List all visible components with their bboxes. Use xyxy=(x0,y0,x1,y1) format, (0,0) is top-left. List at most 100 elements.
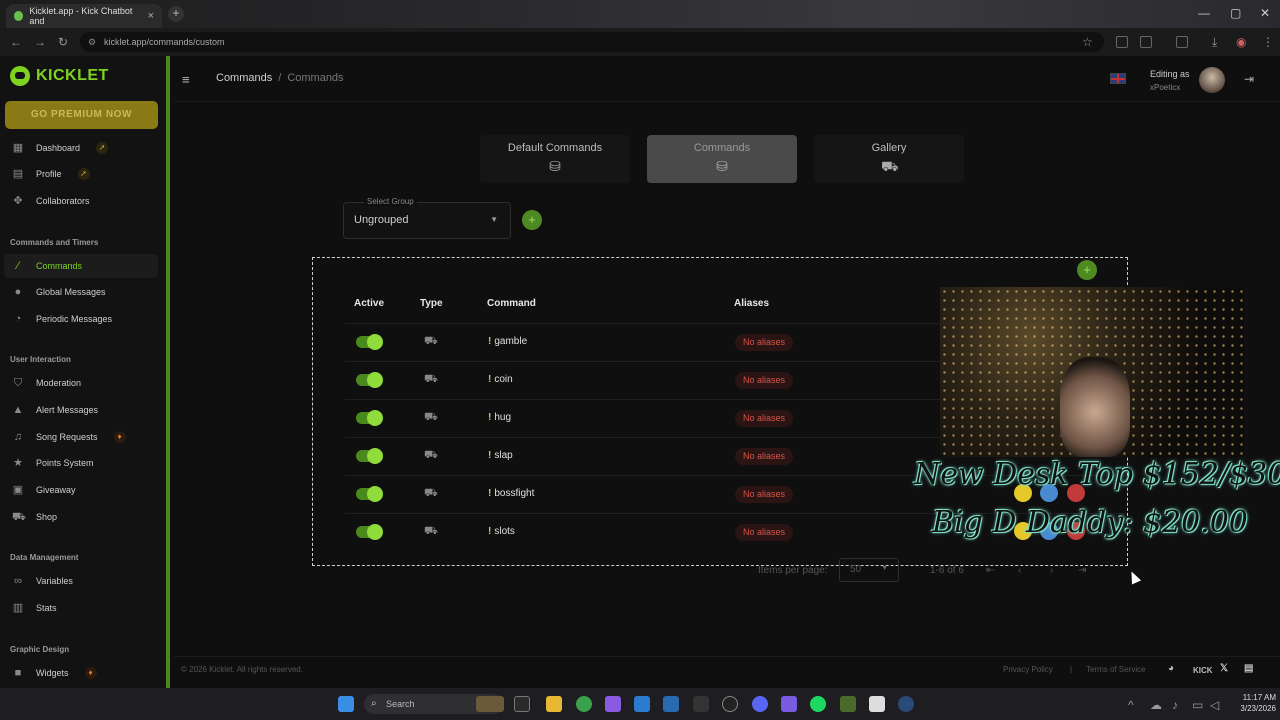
menu-kebab-icon[interactable]: ⋮ xyxy=(1262,35,1274,49)
breadcrumb-root[interactable]: Commands xyxy=(216,72,272,84)
tab-gallery[interactable]: Gallery ⛟ xyxy=(814,135,964,183)
command-name: ! slots xyxy=(488,526,515,537)
copilot-icon[interactable] xyxy=(605,696,621,712)
x-link[interactable]: 𝕏 xyxy=(1220,663,1228,674)
active-toggle[interactable] xyxy=(356,524,383,540)
terms-of-service-link[interactable]: Terms of Service xyxy=(1086,665,1146,674)
warning-icon: ▲ xyxy=(12,404,24,416)
minimize-icon[interactable]: — xyxy=(1198,6,1210,20)
rocket-icon: ➚ xyxy=(77,168,90,180)
spotify-icon[interactable] xyxy=(810,696,826,712)
kick-link[interactable]: KICK xyxy=(1193,666,1213,675)
items-per-page-select[interactable]: 50 ▼ xyxy=(839,558,899,582)
go-premium-button[interactable]: GO PREMIUM NOW xyxy=(5,101,158,129)
active-toggle[interactable] xyxy=(356,410,383,426)
github-icon[interactable] xyxy=(722,696,738,712)
sidebar-item-commands[interactable]: ⁄ Commands xyxy=(4,254,158,278)
profile-icon[interactable]: ◉ xyxy=(1236,35,1246,49)
sidebar-item-shop[interactable]: ⛟ Shop xyxy=(4,505,158,529)
last-page-icon[interactable]: ⇥ xyxy=(1078,565,1086,576)
sidebar-item-dashboard[interactable]: ▦ Dashboard ➚ xyxy=(4,136,158,160)
sidebar-item-periodic-messages[interactable]: ◔ Periodic Messages xyxy=(4,307,158,331)
donation-goal-text: New Desk Top $152/$300 xyxy=(914,457,1280,492)
taskbar-clock[interactable]: 11:17 AM 3/23/2026 xyxy=(1226,692,1276,714)
kicklet-logo[interactable]: KICKLET xyxy=(10,66,109,86)
minecraft-icon[interactable] xyxy=(840,696,856,712)
first-page-icon[interactable]: ⇤ xyxy=(986,565,994,576)
file-explorer-icon[interactable] xyxy=(546,696,562,712)
notepad-icon[interactable] xyxy=(869,696,885,712)
discord-icon[interactable]: ◕ xyxy=(1168,663,1174,674)
search-icon: ⌕ xyxy=(371,698,377,709)
calendar-icon[interactable] xyxy=(781,696,797,712)
active-toggle[interactable] xyxy=(356,334,383,350)
download-icon[interactable]: ⤓ xyxy=(1212,35,1217,50)
close-tab-icon[interactable]: × xyxy=(148,10,154,22)
sidebar-item-stats[interactable]: ▥ Stats xyxy=(4,596,158,620)
sidebar-item-label: Points System xyxy=(36,458,94,468)
sidebar-item-giveaway[interactable]: ▣ Giveaway xyxy=(4,478,158,502)
cast-icon[interactable] xyxy=(1176,36,1188,48)
forward-icon[interactable]: → xyxy=(34,35,46,49)
menu-toggle-icon[interactable]: ≡ xyxy=(182,72,190,87)
command-prefix: ! xyxy=(488,526,492,537)
site-info-icon[interactable]: ⚙ xyxy=(88,32,96,52)
next-page-icon[interactable]: › xyxy=(1050,565,1053,576)
tray-chevron-icon[interactable]: ^ xyxy=(1128,698,1134,712)
volume-icon[interactable]: ◁ xyxy=(1210,698,1219,712)
previous-page-icon[interactable]: ‹ xyxy=(1018,565,1021,576)
widgets-icon[interactable] xyxy=(476,696,504,712)
close-window-icon[interactable]: ✕ xyxy=(1260,6,1270,20)
active-toggle[interactable] xyxy=(356,486,383,502)
sidebar-item-widgets[interactable]: ■ Widgets ♦ xyxy=(4,661,158,685)
active-toggle[interactable] xyxy=(356,448,383,464)
sidebar-item-label: Widgets xyxy=(36,668,69,678)
browser-tab[interactable]: Kicklet.app - Kick Chatbot and × xyxy=(6,4,162,28)
active-toggle[interactable] xyxy=(356,372,383,388)
task-view-icon[interactable] xyxy=(514,696,530,712)
network-icon[interactable]: ▭ xyxy=(1192,698,1203,712)
database-check-icon: ⛁ xyxy=(549,158,561,174)
kicklet-logo-icon xyxy=(10,66,30,86)
outlook-icon[interactable] xyxy=(663,696,679,712)
discord-taskbar-icon[interactable] xyxy=(752,696,768,712)
avatar[interactable] xyxy=(1199,67,1225,93)
microphone-icon[interactable]: ♪ xyxy=(1172,698,1178,712)
address-bar[interactable]: ⚙ kicklet.app/commands/custom xyxy=(80,32,1104,52)
cloud-icon[interactable]: ☁ xyxy=(1150,698,1162,712)
cart-icon: ⛟ xyxy=(424,525,438,537)
sidebar-item-global-messages[interactable]: ● Global Messages xyxy=(4,280,158,304)
sidebar-item-moderation[interactable]: ⛉ Moderation xyxy=(4,371,158,395)
chevron-down-icon: ▼ xyxy=(490,215,498,224)
tab-commands[interactable]: Commands ⛁ xyxy=(647,135,797,183)
chrome-icon[interactable] xyxy=(576,696,592,712)
maximize-icon[interactable]: ▢ xyxy=(1230,6,1241,20)
sidebar-item-profile[interactable]: ▤ Profile ➚ xyxy=(4,162,158,186)
capcut-icon[interactable] xyxy=(693,696,709,712)
select-group-dropdown[interactable]: Select Group Ungrouped ▼ xyxy=(343,197,511,239)
sidebar-item-song-requests[interactable]: ♫ Song Requests ♦ xyxy=(4,425,158,449)
extensions-puzzle-icon[interactable] xyxy=(1140,36,1152,48)
add-group-button[interactable]: + xyxy=(522,210,542,230)
tab-default-commands[interactable]: Default Commands ⛁ xyxy=(480,135,630,183)
new-tab-button[interactable]: + xyxy=(168,6,184,22)
uk-flag-icon[interactable] xyxy=(1110,73,1126,84)
fire-icon: ♦ xyxy=(113,431,126,443)
logout-icon[interactable]: ⇥ xyxy=(1244,72,1254,86)
command-name: ! hug xyxy=(488,412,511,423)
sidebar-item-collaborators[interactable]: ✥ Collaborators xyxy=(4,189,158,213)
add-command-button[interactable]: + xyxy=(1077,260,1097,280)
privacy-policy-link[interactable]: Privacy Policy xyxy=(1003,665,1053,674)
rocket-icon: ➚ xyxy=(96,142,109,154)
windows-start-icon[interactable] xyxy=(338,696,354,712)
sidebar-item-alert-messages[interactable]: ▲ Alert Messages xyxy=(4,398,158,422)
extension-icon[interactable] xyxy=(1116,36,1128,48)
document-icon[interactable]: ▤ xyxy=(1244,663,1253,674)
store-icon[interactable] xyxy=(634,696,650,712)
bookmark-star-icon[interactable]: ☆ xyxy=(1082,35,1093,49)
back-icon[interactable]: ← xyxy=(10,35,22,49)
sidebar-item-variables[interactable]: ∞ Variables xyxy=(4,569,158,593)
sidebar-item-points-system[interactable]: ★ Points System xyxy=(4,451,158,475)
reload-icon[interactable]: ↻ xyxy=(58,35,68,49)
steam-icon[interactable] xyxy=(898,696,914,712)
